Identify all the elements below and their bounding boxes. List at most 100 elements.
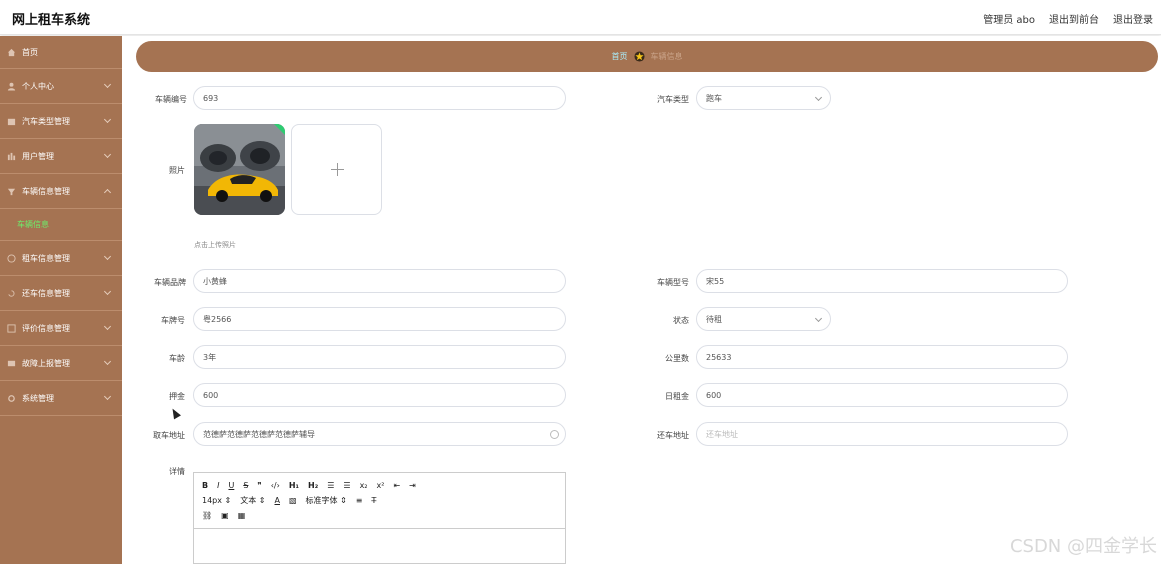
clear-icon[interactable] [550,430,559,439]
underline-icon[interactable]: U [228,481,234,490]
align-icon[interactable]: ≡ [356,496,363,505]
vehicle-no-field[interactable]: 693 [193,86,566,110]
code-icon[interactable]: ‹/› [271,481,280,490]
chevron-down-icon [103,392,112,401]
text-style-select[interactable]: 文本 ⇕ [240,495,265,506]
sidebar-item-faults[interactable]: 故障上报管理 [0,346,122,381]
subscript-icon[interactable]: x₂ [360,481,368,490]
status-value: 待租 [706,314,722,324]
superscript-icon[interactable]: x² [377,481,385,490]
plus-icon-vertical [337,163,338,176]
deposit-field[interactable]: 600 [193,383,566,407]
font-family-select[interactable]: 标准字体 ⇕ [306,495,347,506]
mileage-label: 公里数 [665,354,689,363]
plate-field[interactable]: 粤2566 [193,307,566,331]
car-icon [7,188,16,195]
sidebar-item-reviews[interactable]: 评价信息管理 [0,311,122,346]
chevron-down-icon [814,314,823,323]
heading1-icon[interactable]: H₁ [289,481,299,490]
folder-icon [7,118,16,125]
font-color-icon[interactable]: A [275,496,280,505]
chevron-down-icon [103,287,112,296]
sidebar-item-label: 系统管理 [22,393,54,403]
car-type-select[interactable]: 跑车 [696,86,831,110]
font-size-select[interactable]: 14px ⇕ [202,496,231,505]
photo-upload-button[interactable] [291,124,382,215]
video-icon[interactable]: ▦ [238,511,246,520]
sidebar-subitem-label: 车辆信息 [17,220,49,229]
chevron-up-icon [103,188,112,197]
italic-icon[interactable]: I [217,481,219,490]
bold-icon[interactable]: B [202,481,208,490]
main-content: 首页 车辆信息 车辆编号 693 汽车类型 跑车 照片 点击上传照片 车辆品牌 … [122,36,1161,564]
brand-field[interactable]: 小黄蜂 [193,269,566,293]
indent-icon[interactable]: ⇥ [409,481,416,490]
car-photo[interactable] [194,124,285,215]
admin-label: 管理员 abo [983,15,1035,26]
age-field[interactable]: 3年 [193,345,566,369]
warning-icon [7,360,16,366]
chevron-down-icon [103,252,112,261]
brand-label: 车辆品牌 [154,278,186,287]
sidebar-item-label: 车辆信息管理 [22,186,70,196]
car-photo-image [194,124,285,215]
sidebar-item-returns[interactable]: 还车信息管理 [0,276,122,311]
sidebar-item-label: 汽车类型管理 [22,116,70,126]
return-address-field[interactable]: 还车地址 [696,422,1068,446]
sidebar-item-personal[interactable]: 个人中心 [0,69,122,104]
globe-icon [7,253,16,263]
sidebar-item-label: 租车信息管理 [22,253,70,263]
image-icon[interactable]: ▣ [221,511,229,520]
pickup-label: 取车地址 [153,431,185,440]
ordered-list-icon[interactable]: ☰ [327,481,334,490]
quote-icon[interactable]: ❞ [257,481,261,490]
sidebar-item-car-types[interactable]: 汽车类型管理 [0,104,122,139]
sidebar-item-rentals[interactable]: 租车信息管理 [0,241,122,276]
sidebar-item-system[interactable]: 系统管理 [0,381,122,416]
rich-text-editor[interactable]: B I U S ❞ ‹/› H₁ H₂ ☰ ☰ x₂ x² ⇤ ⇥ 14px ⇕… [193,472,566,564]
text-style-value: 文本 [240,496,257,505]
pickup-value: 范德萨范德萨范德萨范德萨辅导 [203,429,315,439]
link-icon[interactable]: ⛓ [202,511,212,520]
daily-rent-label: 日租金 [665,392,689,401]
sidebar-item-users[interactable]: 用户管理 [0,139,122,174]
deposit-label: 押金 [169,392,185,401]
sidebar-item-vehicles[interactable]: 车辆信息管理 [0,174,122,209]
sidebar-item-label: 评价信息管理 [22,323,70,333]
editor-content-area[interactable] [194,529,565,564]
daily-rent-field[interactable]: 600 [696,383,1068,407]
sidebar-item-home[interactable]: 首页 [0,36,122,69]
strikethrough-icon[interactable]: S [243,481,248,490]
bullet-list-icon[interactable]: ☰ [343,481,350,490]
logout-link[interactable]: 退出登录 [1113,11,1153,26]
user-icon [7,82,16,91]
font-size-value: 14px [202,496,222,505]
sidebar-subitem-vehicle-info[interactable]: 车辆信息 [0,209,122,241]
pickup-field[interactable]: 范德萨范德萨范德萨范德萨辅导 [193,422,566,446]
breadcrumb-current: 车辆信息 [650,52,683,61]
detail-label: 详情 [169,467,185,476]
upload-hint: 点击上传照片 [194,241,236,249]
heading2-icon[interactable]: H₂ [308,481,318,490]
return-icon [8,289,15,297]
chevron-down-icon [103,80,112,89]
mileage-field[interactable]: 25633 [696,345,1068,369]
font-family-value: 标准字体 [305,496,338,505]
background-color-icon[interactable]: ▧ [289,496,297,505]
breadcrumb-home[interactable]: 首页 [612,51,628,62]
model-field[interactable]: 宋55 [696,269,1068,293]
sidebar-item-label: 个人中心 [22,81,54,91]
top-bar: 网上租车系统 管理员 abo 退出到前台 退出登录 [0,0,1161,35]
clear-format-icon[interactable]: T̶ [372,496,377,505]
chevron-down-icon [103,322,112,331]
chevron-down-icon [103,115,112,124]
age-label: 车龄 [169,354,185,363]
app-title: 网上租车系统 [12,13,91,28]
back-to-front-link[interactable]: 退出到前台 [1049,11,1099,26]
chevron-down-icon [103,150,112,159]
sidebar-item-label: 故障上报管理 [22,358,70,368]
settings-icon [8,394,15,402]
editor-toolbar: B I U S ❞ ‹/› H₁ H₂ ☰ ☰ x₂ x² ⇤ ⇥ 14px ⇕… [194,473,565,529]
outdent-icon[interactable]: ⇤ [393,481,400,490]
status-select[interactable]: 待租 [696,307,831,331]
